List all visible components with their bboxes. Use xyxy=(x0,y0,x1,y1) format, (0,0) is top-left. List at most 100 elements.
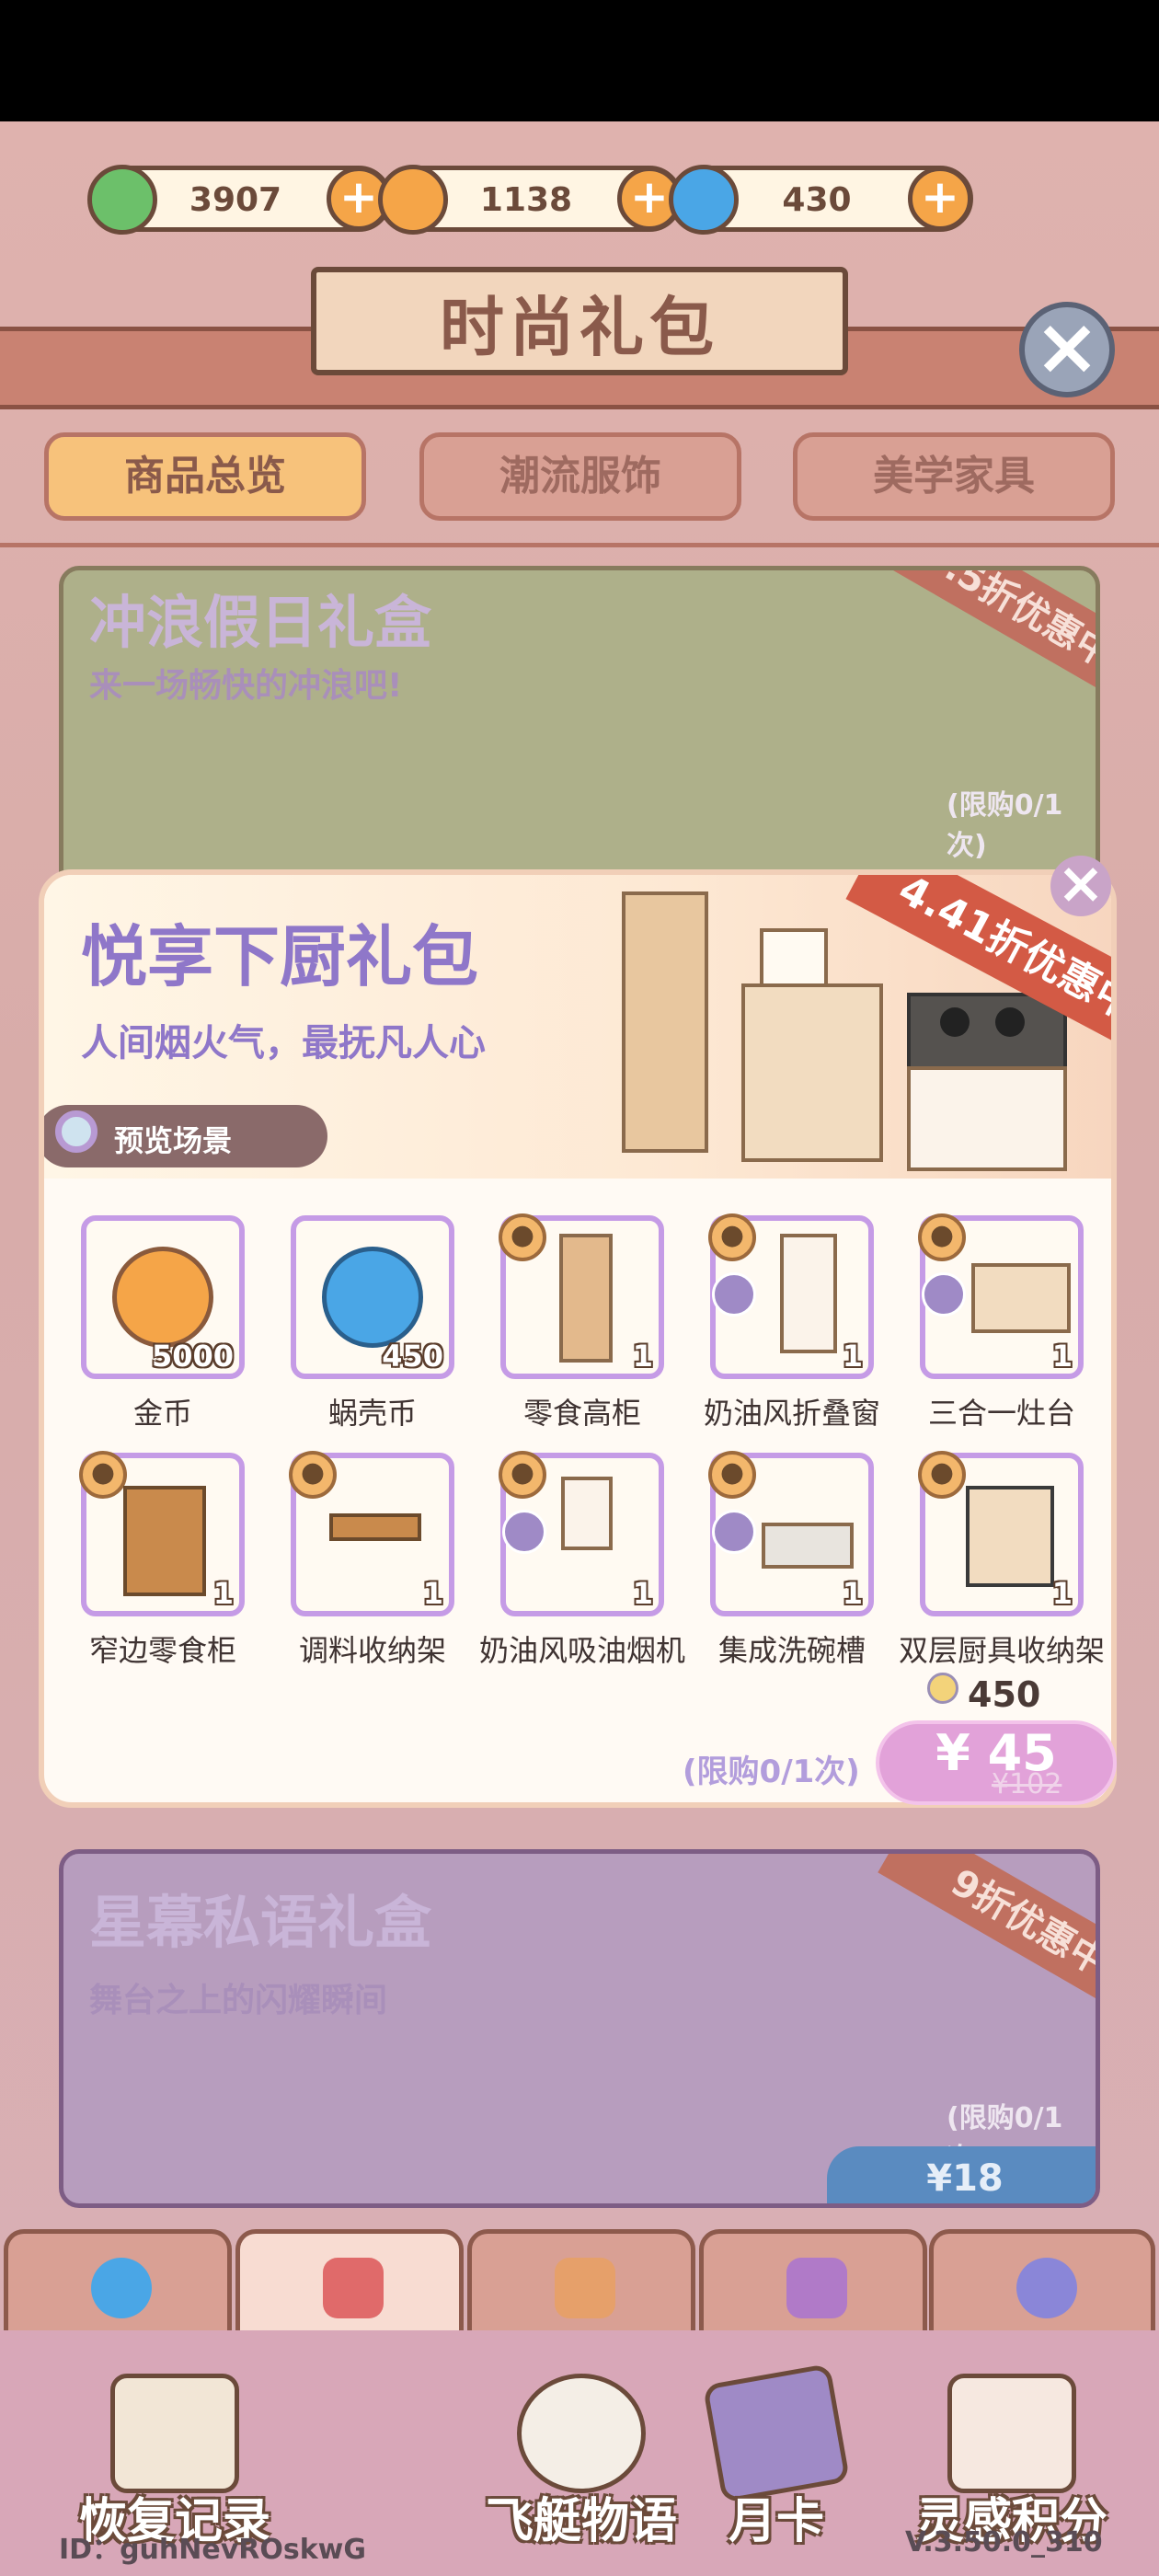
item-slot[interactable]: ● 1 xyxy=(499,1213,664,1379)
item-qty: 1 xyxy=(1051,1576,1073,1611)
page-title: 时尚礼包 xyxy=(440,290,719,365)
magnifier-icon xyxy=(55,1110,98,1153)
item-name: 集成洗碗槽 xyxy=(717,1633,866,1668)
gift-subtitle: 人间烟火气，最抚凡人心 xyxy=(81,1022,486,1064)
furniture-tag-icon xyxy=(502,1510,546,1554)
clover-coin-icon xyxy=(87,165,157,235)
tab-furniture[interactable]: 美学家具 xyxy=(793,432,1115,521)
divider xyxy=(0,543,1159,547)
preview-label: 预览场景 xyxy=(114,1123,233,1158)
bag-icon xyxy=(786,2258,847,2318)
tall-shelf-icon xyxy=(559,1234,613,1363)
eye-icon[interactable]: ● xyxy=(79,1451,127,1499)
bottom-tab-gift[interactable] xyxy=(467,2229,695,2332)
add-shell-button[interactable]: + xyxy=(908,167,972,231)
furniture-tag-icon xyxy=(712,1510,756,1554)
nav-monthly-card[interactable]: 月卡 xyxy=(666,2363,887,2558)
item-slot[interactable]: 450 xyxy=(291,1215,454,1379)
gold-coin-icon xyxy=(378,165,448,235)
purchase-limit: (限购0/1次) xyxy=(683,1754,860,1790)
tab-fashion[interactable]: 潮流服饰 xyxy=(419,432,741,521)
gift-title: 悦享下厨礼包 xyxy=(81,918,479,995)
gold-coin-icon xyxy=(112,1247,213,1348)
item-slot[interactable]: ● 1 xyxy=(918,1451,1084,1616)
status-bar xyxy=(0,0,1159,121)
item-name: 调料收纳架 xyxy=(298,1633,446,1668)
item-slot[interactable]: ● 1 xyxy=(708,1451,874,1616)
shell-icon xyxy=(91,2258,152,2318)
sink-icon xyxy=(762,1523,854,1569)
tab-overview[interactable]: 商品总览 xyxy=(44,432,366,521)
item-qty: 1 xyxy=(842,1576,863,1611)
nav-label: 飞艇物语 xyxy=(485,2494,677,2549)
eye-icon[interactable]: ● xyxy=(499,1213,546,1261)
item-name: 奶油风吸油烟机 xyxy=(478,1633,685,1668)
nav-airship-story[interactable]: 飞艇物语 xyxy=(471,2374,692,2558)
inspiration-bulb-icon xyxy=(927,1673,958,1704)
item-qty: 1 xyxy=(632,1576,653,1611)
item-qty: 1 xyxy=(842,1339,863,1374)
pack-card-surf[interactable]: 冲浪假日礼盒 来一场畅快的冲浪吧! .5折优惠中 (限购0/1次) xyxy=(59,566,1100,906)
furniture-tag-icon xyxy=(922,1272,966,1317)
currency-value: 3907 xyxy=(189,181,282,219)
nav-label: 月卡 xyxy=(728,2494,824,2549)
eye-icon[interactable]: ● xyxy=(918,1451,966,1499)
item-qty: 450 xyxy=(382,1339,443,1374)
version-label: V.3.50.0_310 xyxy=(905,2526,1103,2559)
shell-coin-icon xyxy=(669,165,739,235)
close-gift-button[interactable]: × xyxy=(1050,855,1111,916)
item-name: 蜗壳币 xyxy=(327,1396,417,1431)
furniture-tag-icon xyxy=(712,1272,756,1317)
item-name: 金币 xyxy=(132,1396,192,1431)
kitchen-rack-icon xyxy=(966,1486,1054,1587)
friends-icon xyxy=(1016,2258,1077,2318)
shirt-icon xyxy=(323,2258,384,2318)
item-name: 奶油风折叠窗 xyxy=(703,1396,880,1431)
snack-cabinet-icon xyxy=(123,1486,206,1596)
pack-subtitle: 舞台之上的闪耀瞬间 xyxy=(89,1982,388,2019)
bottom-tab-bag[interactable] xyxy=(699,2229,927,2332)
eye-icon[interactable]: ● xyxy=(708,1213,756,1261)
item-slot[interactable]: ● 1 xyxy=(708,1213,874,1379)
gift-detail-popup: 悦享下厨礼包 人间烟火气，最抚凡人心 预览场景 4.41折优惠中 5000 金币… xyxy=(39,869,1117,1808)
item-name: 窄边零食柜 xyxy=(88,1633,236,1668)
currency-clover: 3907 + xyxy=(87,165,392,235)
spice-rack-icon xyxy=(329,1513,421,1541)
pack-title: 冲浪假日礼盒 xyxy=(89,589,432,656)
eye-icon[interactable]: ● xyxy=(918,1213,966,1261)
item-qty: 1 xyxy=(212,1576,234,1611)
currency-value: 1138 xyxy=(479,181,573,219)
close-button[interactable]: × xyxy=(1019,302,1115,397)
pack-subtitle: 来一场畅快的冲浪吧! xyxy=(89,667,403,705)
clipboard-icon xyxy=(110,2374,239,2493)
item-qty: 1 xyxy=(1051,1339,1073,1374)
inspiration-points: 450 xyxy=(968,1674,1041,1715)
item-slot[interactable]: ● 1 xyxy=(918,1213,1084,1379)
lightbulb-icon xyxy=(947,2374,1076,2493)
pack-price[interactable]: ¥18 xyxy=(827,2146,1096,2203)
discount-banner: 9折优惠中 xyxy=(878,1854,1096,2030)
item-slot[interactable]: ● 1 xyxy=(289,1451,454,1616)
currency-shell: 430 + xyxy=(669,165,973,235)
item-slot[interactable]: ● 1 xyxy=(499,1451,664,1616)
flower-icon xyxy=(517,2374,646,2493)
eye-icon[interactable]: ● xyxy=(499,1451,546,1499)
pack-card-starlight[interactable]: 星幕私语礼盒 舞台之上的闪耀瞬间 9折优惠中 (限购0/1次) ¥18 xyxy=(59,1849,1100,2208)
item-qty: 5000 xyxy=(151,1339,234,1374)
eye-icon[interactable]: ● xyxy=(289,1451,337,1499)
currency-value: 430 xyxy=(782,181,852,219)
preview-scene-button[interactable]: 预览场景 xyxy=(44,1105,327,1167)
eye-icon[interactable]: ● xyxy=(708,1451,756,1499)
folding-window-icon xyxy=(780,1234,837,1353)
bottom-tab-friends[interactable] xyxy=(929,2229,1155,2332)
discount-banner: .5折优惠中 xyxy=(878,570,1096,719)
bottom-tab-fashion[interactable] xyxy=(235,2229,464,2332)
user-id: ID：guhNevROskwG xyxy=(59,2534,367,2566)
range-hood-icon xyxy=(561,1477,613,1550)
currency-gold: 1138 + xyxy=(378,165,683,235)
item-slot[interactable]: ● 1 xyxy=(79,1451,245,1616)
original-price: ¥102 xyxy=(992,1768,1062,1800)
gift-icon xyxy=(555,2258,615,2318)
item-slot[interactable]: 5000 xyxy=(81,1215,245,1379)
bottom-tab-shell[interactable] xyxy=(4,2229,232,2332)
